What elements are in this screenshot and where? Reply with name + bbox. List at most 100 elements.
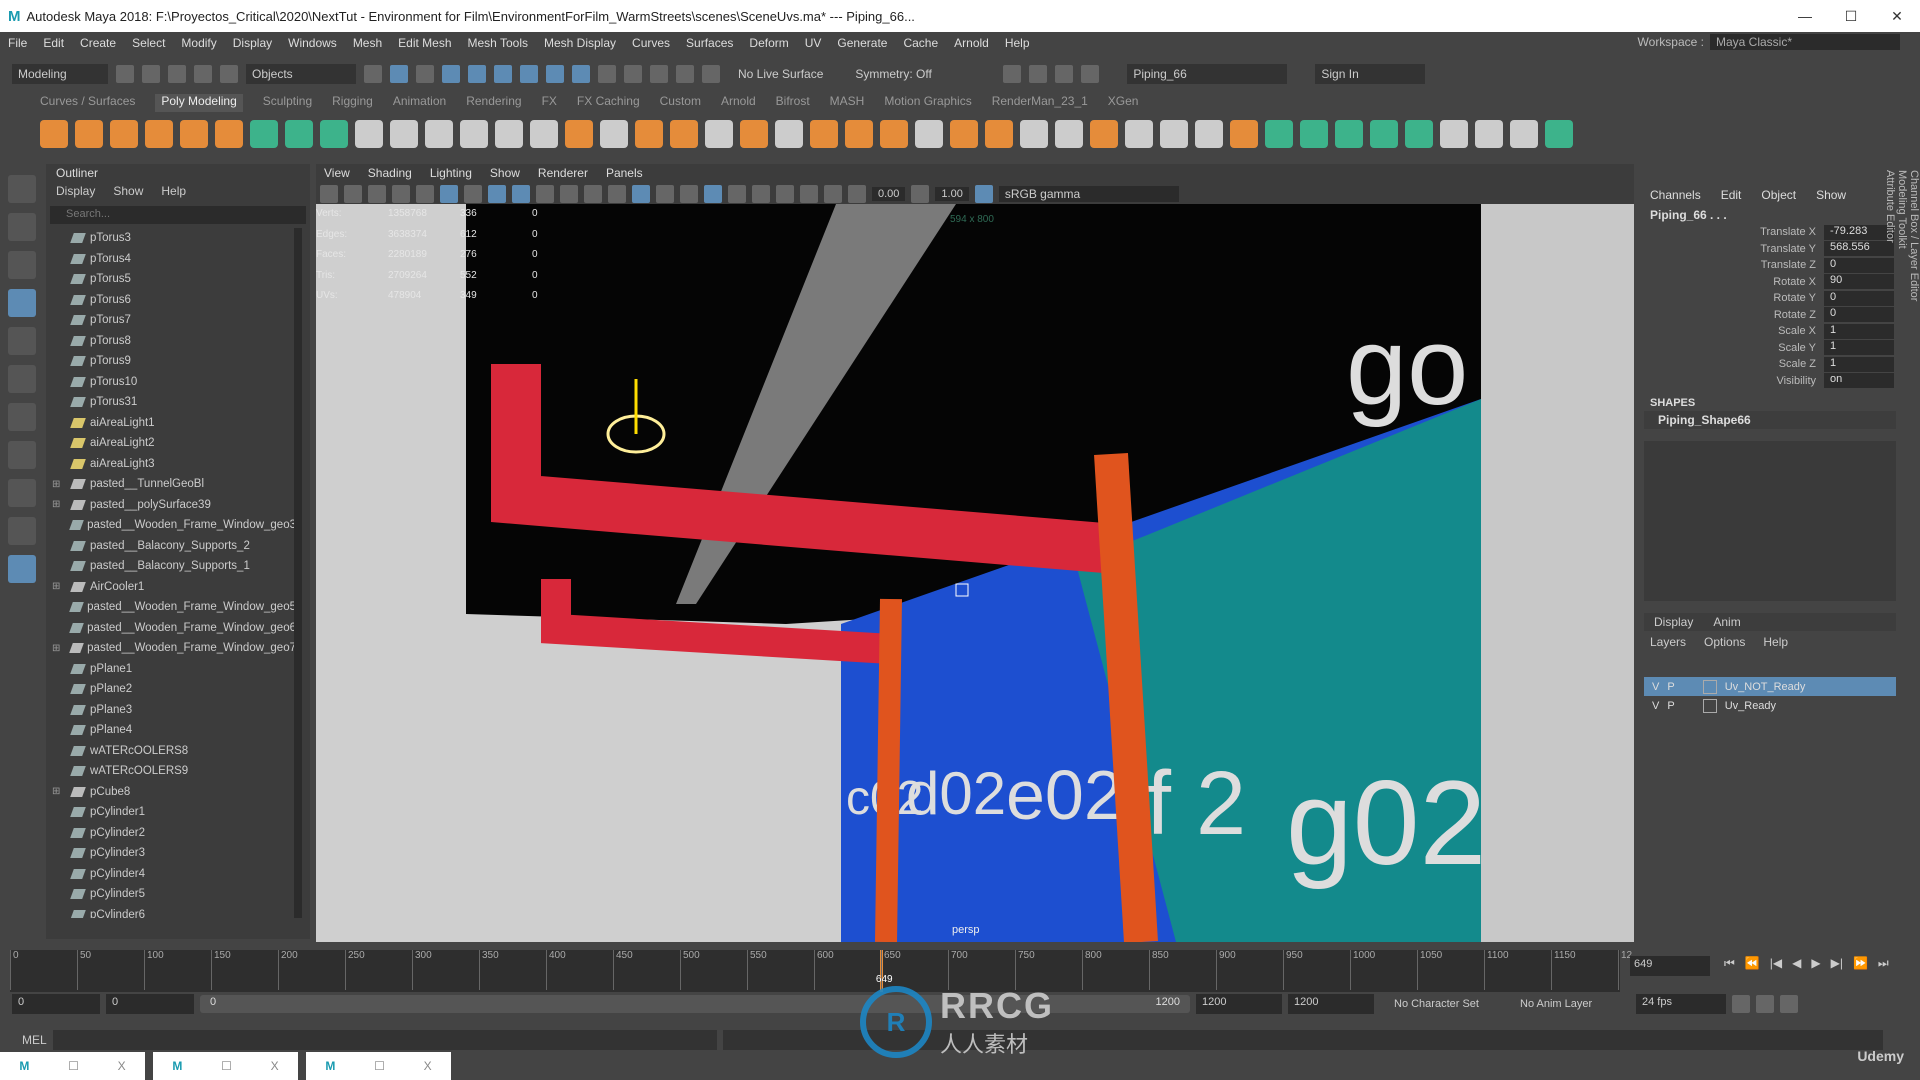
- gamma-field[interactable]: 1.00: [935, 187, 969, 201]
- outliner-item[interactable]: pasted__Wooden_Frame_Window_geo3: [46, 515, 296, 536]
- shelf-tool-icon[interactable]: [880, 120, 908, 148]
- playback-button[interactable]: ⏩: [1853, 956, 1868, 971]
- outliner-item[interactable]: pasted__Balacony_Supports_2: [46, 536, 296, 557]
- select-component-icon[interactable]: [416, 65, 434, 83]
- menu-file[interactable]: File: [8, 36, 27, 50]
- shelf-tool-icon[interactable]: [845, 120, 873, 148]
- shelf-tab-animation[interactable]: Animation: [393, 94, 446, 112]
- shelf-tool-icon[interactable]: [1090, 120, 1118, 148]
- lock-icon[interactable]: [598, 65, 616, 83]
- outliner-item[interactable]: pCylinder3: [46, 843, 296, 864]
- undo-icon[interactable]: [194, 65, 212, 83]
- lasso-tool-icon[interactable]: [8, 213, 36, 241]
- xray-icon[interactable]: [824, 185, 842, 203]
- lights-icon[interactable]: [728, 185, 746, 203]
- default-material-icon[interactable]: [656, 185, 674, 203]
- safe-title-icon[interactable]: [584, 185, 602, 203]
- display-layer[interactable]: V P Uv_NOT_Ready: [1644, 677, 1896, 696]
- outliner-menu-show[interactable]: Show: [113, 184, 143, 198]
- toggle-panel-icon[interactable]: [1081, 65, 1100, 83]
- outliner-item[interactable]: pTorus9: [46, 351, 296, 372]
- attribute-name[interactable]: Translate Z: [1640, 259, 1824, 271]
- shelf-tool-icon[interactable]: [565, 120, 593, 148]
- layer-menu-options[interactable]: Options: [1704, 635, 1745, 649]
- shelf-tool-icon[interactable]: [40, 120, 68, 148]
- snap-point-icon[interactable]: [494, 65, 512, 83]
- visibility-toggle[interactable]: V: [1652, 700, 1659, 712]
- menu-surfaces[interactable]: Surfaces: [686, 36, 733, 50]
- ipr-icon[interactable]: [676, 65, 694, 83]
- outliner-item[interactable]: aiAreaLight2: [46, 433, 296, 454]
- ao-icon[interactable]: [776, 185, 794, 203]
- smooth-shade-icon[interactable]: [632, 185, 650, 203]
- isolate-select-icon[interactable]: [800, 185, 818, 203]
- layer-name[interactable]: Uv_Ready: [1725, 700, 1776, 712]
- viewport-menu-shading[interactable]: Shading: [368, 166, 412, 180]
- live-surface-label[interactable]: No Live Surface: [738, 67, 823, 81]
- exposure-field[interactable]: 0.00: [872, 187, 906, 201]
- shelf-tool-icon[interactable]: [1475, 120, 1503, 148]
- minimize-button[interactable]: —: [1782, 0, 1828, 32]
- close-icon[interactable]: X: [271, 1059, 279, 1073]
- menu-display[interactable]: Display: [233, 36, 272, 50]
- expand-icon[interactable]: ⊞: [52, 581, 64, 592]
- shelf-tool-icon[interactable]: [740, 120, 768, 148]
- shelf-tab-rigging[interactable]: Rigging: [332, 94, 373, 112]
- workspace-dropdown[interactable]: Maya Classic*: [1710, 34, 1900, 50]
- camera-attr-icon[interactable]: [344, 185, 362, 203]
- shelf-tool-icon[interactable]: [460, 120, 488, 148]
- shelf-tool-icon[interactable]: [950, 120, 978, 148]
- side-tab[interactable]: Attribute Editor: [1884, 170, 1896, 506]
- menu-help[interactable]: Help: [1005, 36, 1030, 50]
- shelf-tool-icon[interactable]: [250, 120, 278, 148]
- outliner-item[interactable]: ⊞ pasted__TunnelGeoBl: [46, 474, 296, 495]
- shelf-tool-icon[interactable]: [355, 120, 383, 148]
- gate-mask-icon[interactable]: [512, 185, 530, 203]
- render-settings-icon[interactable]: [702, 65, 720, 83]
- shelf-tool-icon[interactable]: [1195, 120, 1223, 148]
- mel-input[interactable]: [52, 1030, 717, 1050]
- color-management-icon[interactable]: [974, 185, 993, 203]
- restore-icon[interactable]: ☐: [221, 1059, 232, 1073]
- outliner-item[interactable]: ⊞ pasted__Wooden_Frame_Window_geo7: [46, 638, 296, 659]
- shelf-tool-icon[interactable]: [75, 120, 103, 148]
- shelf-tab-fx-caching[interactable]: FX Caching: [577, 94, 640, 112]
- outliner-item[interactable]: pTorus8: [46, 331, 296, 352]
- attribute-name[interactable]: Rotate Z: [1640, 309, 1824, 321]
- open-scene-icon[interactable]: [142, 65, 160, 83]
- shelf-tool-icon[interactable]: [775, 120, 803, 148]
- safe-action-icon[interactable]: [560, 185, 578, 203]
- channel-menu-channels[interactable]: Channels: [1650, 188, 1701, 202]
- layer-menu-help[interactable]: Help: [1763, 635, 1788, 649]
- shelf-tool-icon[interactable]: [1055, 120, 1083, 148]
- menu-create[interactable]: Create: [80, 36, 116, 50]
- toggle-panel-icon[interactable]: [1055, 65, 1074, 83]
- outliner-item[interactable]: pCylinder6: [46, 905, 296, 918]
- shelf-tab-mash[interactable]: MASH: [830, 94, 865, 112]
- outliner-item[interactable]: pasted__Balacony_Supports_1: [46, 556, 296, 577]
- close-icon[interactable]: X: [118, 1059, 126, 1073]
- playback-button[interactable]: ⏪: [1745, 956, 1760, 971]
- anim-start-field[interactable]: 0: [106, 994, 194, 1014]
- shelf-tool-icon[interactable]: [215, 120, 243, 148]
- playback-button[interactable]: ⏮: [1724, 956, 1735, 971]
- minimized-window[interactable]: M ☐ X: [306, 1052, 451, 1080]
- loop-icon[interactable]: [1732, 995, 1750, 1013]
- outliner-item[interactable]: pCylinder4: [46, 864, 296, 885]
- wireframe-icon[interactable]: [608, 185, 626, 203]
- menu-windows[interactable]: Windows: [288, 36, 337, 50]
- resolution-gate-icon[interactable]: [488, 185, 506, 203]
- restore-icon[interactable]: ☐: [68, 1059, 79, 1073]
- expand-icon[interactable]: ⊞: [52, 643, 63, 654]
- outliner-item[interactable]: pCylinder1: [46, 802, 296, 823]
- attribute-name[interactable]: Visibility: [1640, 375, 1824, 387]
- shelf-tab-bifrost[interactable]: Bifrost: [776, 94, 810, 112]
- menu-uv[interactable]: UV: [805, 36, 822, 50]
- attribute-name[interactable]: Scale Y: [1640, 342, 1824, 354]
- symmetry-label[interactable]: Symmetry: Off: [855, 67, 965, 81]
- viewport-menu-view[interactable]: View: [324, 166, 350, 180]
- outliner-menu-display[interactable]: Display: [56, 184, 95, 198]
- maximize-button[interactable]: ☐: [1828, 0, 1874, 32]
- textured-icon[interactable]: [704, 185, 722, 203]
- expand-icon[interactable]: ⊞: [52, 786, 64, 797]
